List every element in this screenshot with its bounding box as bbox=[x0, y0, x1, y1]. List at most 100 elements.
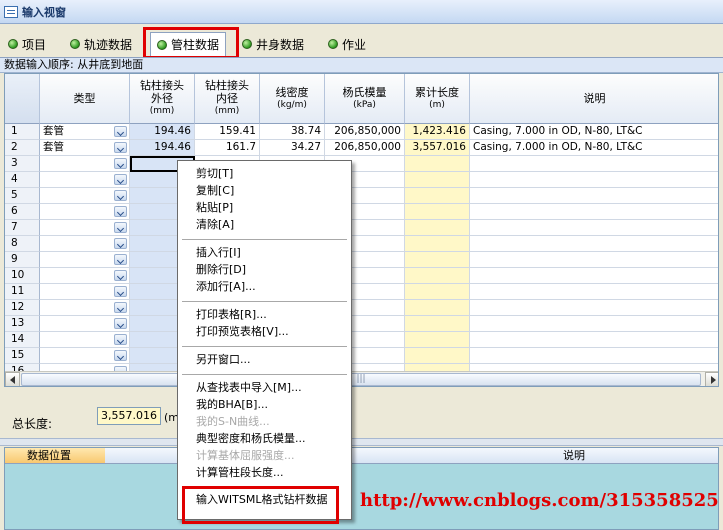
description-cell[interactable] bbox=[470, 316, 718, 332]
table-row[interactable]: 2 套管 194.46 161.7 34.27 206,850,000 3,55… bbox=[5, 140, 718, 156]
table-row[interactable]: 13 bbox=[5, 316, 718, 332]
description-cell[interactable] bbox=[470, 252, 718, 268]
id-cell[interactable]: 161.7 bbox=[195, 140, 260, 156]
length-cell[interactable] bbox=[405, 300, 470, 316]
length-cell[interactable] bbox=[405, 204, 470, 220]
dropdown-icon[interactable] bbox=[114, 238, 127, 249]
grid-corner[interactable] bbox=[5, 74, 40, 124]
menu-item-string-length[interactable]: 计算管柱段长度... bbox=[178, 464, 351, 481]
description-cell[interactable] bbox=[470, 332, 718, 348]
table-row[interactable]: 1 套管 194.46 159.41 38.74 206,850,000 1,4… bbox=[5, 124, 718, 140]
length-cell[interactable] bbox=[405, 188, 470, 204]
table-row[interactable]: 9 bbox=[5, 252, 718, 268]
total-length-field[interactable]: 3,557.016 bbox=[97, 407, 161, 425]
length-cell[interactable] bbox=[405, 236, 470, 252]
od-cell[interactable]: 194.46 bbox=[130, 140, 195, 156]
length-cell[interactable] bbox=[405, 332, 470, 348]
col-header-type[interactable]: 类型 bbox=[40, 74, 130, 124]
string-data-grid[interactable]: 类型 钻柱接头 外径 (mm) 钻柱接头 内径 (mm) 线密度 (kg/m) … bbox=[4, 73, 719, 387]
type-cell[interactable] bbox=[40, 236, 130, 252]
density-cell[interactable]: 38.74 bbox=[260, 124, 325, 140]
menu-item-delete-row[interactable]: 删除行[D] bbox=[178, 261, 351, 278]
description-cell[interactable] bbox=[470, 236, 718, 252]
length-cell[interactable]: 3,557.016 bbox=[405, 140, 470, 156]
table-row[interactable]: 4 bbox=[5, 172, 718, 188]
col-header-od[interactable]: 钻柱接头 外径 (mm) bbox=[130, 74, 195, 124]
dropdown-icon[interactable] bbox=[114, 286, 127, 297]
dropdown-icon[interactable] bbox=[114, 206, 127, 217]
menu-item-add-row[interactable]: 添加行[A]... bbox=[178, 278, 351, 295]
description-cell[interactable]: Casing, 7.000 in OD, N-80, LT&C bbox=[470, 124, 718, 140]
menu-item-typical-density[interactable]: 典型密度和杨氏模量... bbox=[178, 430, 351, 447]
description-cell[interactable] bbox=[470, 220, 718, 236]
od-cell[interactable]: 194.46 bbox=[130, 124, 195, 140]
menu-item-cut[interactable]: 剪切[T] bbox=[178, 165, 351, 182]
length-cell[interactable] bbox=[405, 252, 470, 268]
dropdown-icon[interactable] bbox=[114, 126, 127, 137]
description-cell[interactable] bbox=[470, 268, 718, 284]
dropdown-icon[interactable] bbox=[114, 254, 127, 265]
description-cell[interactable]: Casing, 7.000 in OD, N-80, LT&C bbox=[470, 140, 718, 156]
description-cell[interactable] bbox=[470, 188, 718, 204]
scroll-thumb[interactable]: ||| bbox=[21, 373, 701, 386]
description-cell[interactable] bbox=[470, 300, 718, 316]
col-header-density[interactable]: 线密度 (kg/m) bbox=[260, 74, 325, 124]
dropdown-icon[interactable] bbox=[114, 302, 127, 313]
description-cell[interactable] bbox=[470, 156, 718, 172]
table-row[interactable]: 6 bbox=[5, 204, 718, 220]
tab-trajectory[interactable]: 轨迹数据 bbox=[70, 34, 132, 54]
table-row[interactable]: 12 bbox=[5, 300, 718, 316]
menu-item-new-window[interactable]: 另开窗口... bbox=[178, 351, 351, 368]
type-cell[interactable] bbox=[40, 220, 130, 236]
dropdown-icon[interactable] bbox=[114, 142, 127, 153]
table-row[interactable]: 7 bbox=[5, 220, 718, 236]
table-row[interactable]: 14 bbox=[5, 332, 718, 348]
length-cell[interactable] bbox=[405, 284, 470, 300]
dropdown-icon[interactable] bbox=[114, 222, 127, 233]
description-cell[interactable] bbox=[470, 284, 718, 300]
description-cell[interactable] bbox=[470, 348, 718, 364]
length-cell[interactable] bbox=[405, 268, 470, 284]
type-cell[interactable]: 套管 bbox=[40, 124, 130, 140]
menu-item-copy[interactable]: 复制[C] bbox=[178, 182, 351, 199]
length-cell[interactable] bbox=[405, 156, 470, 172]
table-row[interactable]: 8 bbox=[5, 236, 718, 252]
dropdown-icon[interactable] bbox=[114, 318, 127, 329]
type-cell[interactable] bbox=[40, 348, 130, 364]
modulus-cell[interactable]: 206,850,000 bbox=[325, 124, 405, 140]
table-row[interactable]: 10 bbox=[5, 268, 718, 284]
table-row[interactable]: 11 bbox=[5, 284, 718, 300]
type-cell[interactable] bbox=[40, 252, 130, 268]
type-cell[interactable] bbox=[40, 316, 130, 332]
menu-item-print-preview[interactable]: 打印预览表格[V]... bbox=[178, 323, 351, 340]
table-row[interactable]: 3 bbox=[5, 156, 718, 172]
table-row[interactable]: 5 bbox=[5, 188, 718, 204]
modulus-cell[interactable]: 206,850,000 bbox=[325, 140, 405, 156]
type-cell[interactable] bbox=[40, 300, 130, 316]
tab-project[interactable]: 项目 bbox=[8, 34, 46, 54]
scroll-left-button[interactable] bbox=[5, 372, 20, 386]
horizontal-scrollbar[interactable]: ||| bbox=[5, 371, 718, 386]
menu-item-print-table[interactable]: 打印表格[R]... bbox=[178, 306, 351, 323]
col-header-data-location[interactable]: 数据位置 bbox=[5, 448, 105, 464]
density-cell[interactable]: 34.27 bbox=[260, 140, 325, 156]
panel-splitter[interactable] bbox=[0, 438, 723, 446]
tab-operation[interactable]: 作业 bbox=[328, 34, 366, 54]
description-cell[interactable] bbox=[470, 204, 718, 220]
description-cell[interactable] bbox=[470, 172, 718, 188]
col-header-length[interactable]: 累计长度 (m) bbox=[405, 74, 470, 124]
table-row[interactable]: 15 bbox=[5, 348, 718, 364]
type-cell[interactable] bbox=[40, 284, 130, 300]
col-header-modulus[interactable]: 杨氏模量 (kPa) bbox=[325, 74, 405, 124]
type-cell[interactable]: 套管 bbox=[40, 140, 130, 156]
length-cell[interactable]: 1,423.416 bbox=[405, 124, 470, 140]
menu-item-clear[interactable]: 清除[A] bbox=[178, 216, 351, 233]
dropdown-icon[interactable] bbox=[114, 158, 127, 169]
length-cell[interactable] bbox=[405, 220, 470, 236]
type-cell[interactable] bbox=[40, 188, 130, 204]
menu-item-import-lookup[interactable]: 从查找表中导入[M]... bbox=[178, 379, 351, 396]
dropdown-icon[interactable] bbox=[114, 350, 127, 361]
length-cell[interactable] bbox=[405, 316, 470, 332]
length-cell[interactable] bbox=[405, 172, 470, 188]
dropdown-icon[interactable] bbox=[114, 190, 127, 201]
